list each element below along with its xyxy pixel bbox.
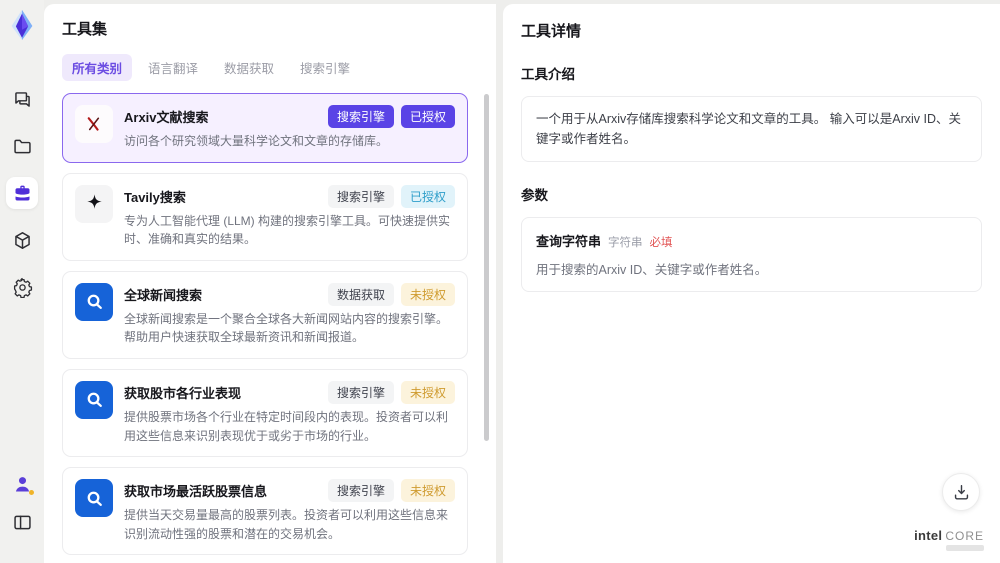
parameter-card: 查询字符串 字符串 必填 用于搜索的Arxiv ID、关键字或作者姓名。 — [521, 217, 982, 292]
tool-title: Tavily搜索 — [124, 189, 186, 205]
tool-description: 提供股票市场各个行业在特定时间段内的表现。投资者可以利用这些信息来识别表现优于或… — [124, 409, 449, 443]
tool-status-badge: 已授权 — [400, 184, 455, 208]
download-icon — [954, 484, 968, 500]
gear-icon[interactable] — [6, 271, 38, 303]
tool-details-panel: 工具详情 工具介绍 一个用于从Arxiv存储库搜索科学论文和文章的工具。 输入可… — [503, 4, 1000, 563]
tool-status-badge: 已授权 — [400, 105, 455, 128]
tool-title: 全球新闻搜索 — [124, 287, 203, 303]
news-tool-icon — [75, 479, 113, 518]
intel-badge-subline — [946, 545, 984, 551]
chat-icon[interactable] — [6, 83, 38, 115]
tab-2[interactable]: 数据获取 — [214, 54, 284, 81]
tool-title: 获取股市各行业表现 — [124, 385, 242, 401]
intro-text-box: 一个用于从Arxiv存储库搜索科学论文和文章的工具。 输入可以是Arxiv ID… — [521, 96, 982, 162]
params-heading: 参数 — [521, 188, 548, 203]
rail-nav — [6, 83, 38, 318]
tool-list-item[interactable]: 全球新闻搜索 数据获取 未授权 全球新闻搜索是一个聚合全球各大新闻网站内容的搜索… — [62, 270, 468, 359]
folder-icon[interactable] — [6, 130, 38, 162]
tool-status-badge: 未授权 — [400, 479, 455, 503]
list-scrollbar-thumb[interactable] — [484, 94, 489, 441]
tab-3[interactable]: 搜索引擎 — [290, 54, 360, 81]
briefcase-icon[interactable] — [6, 177, 38, 209]
app-logo-icon — [11, 9, 33, 41]
collapse-sidebar-icon[interactable] — [6, 506, 38, 538]
tools-panel-title: 工具集 — [62, 21, 108, 38]
tab-1[interactable]: 语言翻译 — [138, 54, 208, 81]
tool-list-item[interactable]: Tavily搜索 搜索引擎 已授权 专为人工智能代理 (LLM) 构建的搜索引擎… — [62, 172, 468, 261]
tool-description: 访问各个研究领域大量科学论文和文章的存储库。 — [124, 134, 389, 148]
category-tabs: 所有类别 语言翻译 数据获取 搜索引擎 — [62, 54, 480, 81]
tool-category-badge: 搜索引擎 — [327, 184, 394, 208]
tool-category-badge: 数据获取 — [327, 282, 394, 306]
tool-category-badge: 搜索引擎 — [327, 105, 394, 128]
tavily-tool-icon — [75, 184, 113, 223]
tools-panel: 工具集 所有类别 语言翻译 数据获取 搜索引擎 Arxiv文献搜索 搜索引擎 已授权 … — [44, 4, 496, 563]
tool-list: Arxiv文献搜索 搜索引擎 已授权 访问各个研究领域大量科学论文和文章的存储库… — [62, 93, 480, 563]
tool-list-item[interactable]: 获取市场最活跃股票信息 搜索引擎 未授权 提供当天交易量最高的股票列表。投资者可… — [62, 467, 468, 556]
parameter-description: 用于搜索的Arxiv ID、关键字或作者姓名。 — [536, 263, 768, 277]
tool-title: 获取市场最活跃股票信息 — [124, 484, 268, 500]
user-icon[interactable] — [6, 468, 38, 500]
tool-list-item[interactable]: Arxiv文献搜索 搜索引擎 已授权 访问各个研究领域大量科学论文和文章的存储库… — [62, 93, 468, 163]
cube-icon[interactable] — [6, 224, 38, 256]
tool-category-badge: 搜索引擎 — [327, 479, 394, 503]
app-window: 工具集 所有类别 语言翻译 数据获取 搜索引擎 Arxiv文献搜索 搜索引擎 已授权 … — [0, 0, 1000, 563]
arxiv-tool-icon — [75, 105, 113, 143]
tab-0[interactable]: 所有类别 — [62, 54, 133, 81]
notification-dot — [29, 490, 34, 495]
tool-description: 提供当天交易量最高的股票列表。投资者可以利用这些信息来识别流动性强的股票和潜在的… — [124, 508, 449, 541]
download-button[interactable] — [942, 473, 980, 511]
news-tool-icon — [75, 380, 113, 419]
intro-heading: 工具介绍 — [521, 67, 575, 82]
tool-list-item[interactable]: 获取股市各行业表现 搜索引擎 未授权 提供股票市场各个行业在特定时间段内的表现。… — [62, 368, 468, 458]
parameter-type: 字符串 — [608, 237, 643, 249]
intel-brand-label: intel — [914, 528, 943, 543]
tool-category-badge: 搜索引擎 — [327, 380, 394, 404]
tool-description: 专为人工智能代理 (LLM) 构建的搜索引擎工具。可快速提供实时、准确和真实的结… — [124, 213, 451, 247]
parameter-required-flag: 必填 — [649, 237, 673, 249]
tool-status-badge: 未授权 — [400, 380, 455, 404]
tool-description: 全球新闻搜索是一个聚合全球各大新闻网站内容的搜索引擎。帮助用户快速获取全球最新资… — [124, 311, 449, 345]
intel-core-badge: intel core — [914, 528, 984, 551]
details-title: 工具详情 — [521, 23, 582, 40]
parameter-name: 查询字符串 — [536, 234, 602, 249]
intel-series-label: core — [945, 529, 984, 543]
news-tool-icon — [75, 282, 113, 321]
tool-title: Arxiv文献搜索 — [124, 110, 209, 125]
tool-status-badge: 未授权 — [400, 282, 455, 306]
icon-rail — [0, 0, 44, 563]
